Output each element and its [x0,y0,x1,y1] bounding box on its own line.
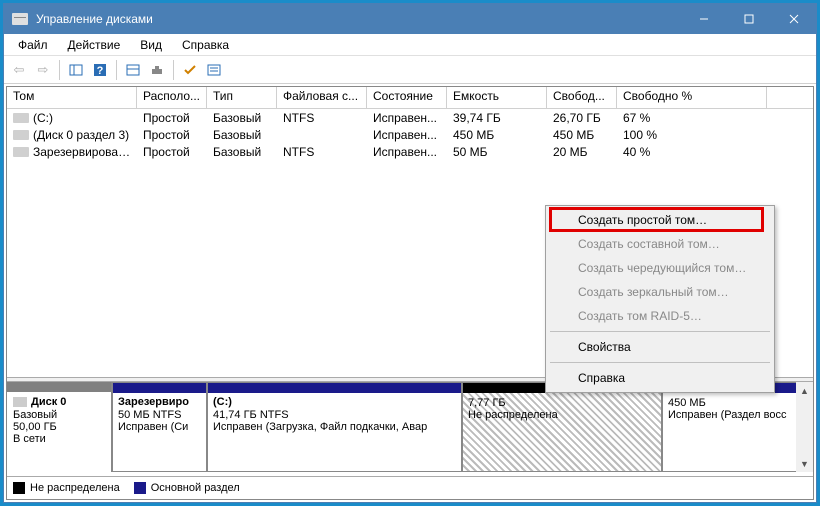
close-button[interactable] [771,4,816,34]
col-filesystem[interactable]: Файловая с... [277,87,367,108]
table-row[interactable]: (Диск 0 раздел 3) Простой Базовый Исправ… [7,126,813,143]
volume-icon [13,113,29,123]
partition-reserved[interactable]: Зарезервиро50 МБ NTFSИсправен (Си [112,382,207,472]
disk-row: Диск 0 Базовый 50,00 ГБ В сети Зарезерви… [7,382,813,472]
window-title: Управление дисками [36,12,681,26]
scroll-down-icon[interactable]: ▼ [796,455,813,472]
column-headers: Том Располо... Тип Файловая с... Состоян… [7,87,813,109]
partition-unallocated[interactable]: 7,77 ГБНе распределена [462,382,662,472]
menu-view[interactable]: Вид [130,36,172,54]
svg-text:?: ? [97,65,104,77]
menu-separator [550,362,770,363]
settings-icon[interactable] [146,59,168,81]
disk-info[interactable]: Диск 0 Базовый 50,00 ГБ В сети [7,382,112,472]
col-layout[interactable]: Располо... [137,87,207,108]
menu-properties[interactable]: Свойства [548,335,772,359]
col-status[interactable]: Состояние [367,87,447,108]
col-freepct[interactable]: Свободно % [617,87,767,108]
checkmark-icon[interactable] [179,59,201,81]
show-hide-tree-button[interactable] [65,59,87,81]
app-icon [12,13,28,25]
partition-c[interactable]: (C:)41,74 ГБ NTFSИсправен (Загрузка, Фай… [207,382,462,472]
legend-unalloc-swatch [13,482,25,494]
disk-icon [13,397,27,407]
menu-create-spanned-volume[interactable]: Создать составной том… [548,232,772,256]
back-button[interactable]: ⇦ [8,59,30,81]
minimize-button[interactable] [681,4,726,34]
table-row[interactable]: Зарезервировано... Простой Базовый NTFS … [7,143,813,160]
context-menu: Создать простой том… Создать составной т… [545,205,775,393]
forward-button[interactable]: ⇨ [32,59,54,81]
menu-create-striped-volume[interactable]: Создать чередующийся том… [548,256,772,280]
menu-help[interactable]: Справка [172,36,239,54]
partition-recovery[interactable]: 450 МБИсправен (Раздел восс [662,382,797,472]
maximize-button[interactable] [726,4,771,34]
menu-separator [550,331,770,332]
col-type[interactable]: Тип [207,87,277,108]
help-icon[interactable]: ? [89,59,111,81]
volume-icon [13,147,29,157]
volume-icon [13,130,29,140]
legend-primary-swatch [134,482,146,494]
view-top-button[interactable] [122,59,144,81]
menu-create-simple-volume[interactable]: Создать простой том… [548,208,772,232]
menu-file[interactable]: Файл [8,36,58,54]
partitions: Зарезервиро50 МБ NTFSИсправен (Си (C:)41… [112,382,813,472]
legend: Не распределена Основной раздел [7,477,813,499]
menu-action[interactable]: Действие [58,36,131,54]
menu-create-raid5-volume[interactable]: Создать том RAID-5… [548,304,772,328]
col-capacity[interactable]: Емкость [447,87,547,108]
list-icon[interactable] [203,59,225,81]
col-free[interactable]: Свобод... [547,87,617,108]
titlebar[interactable]: Управление дисками [4,4,816,34]
menubar: Файл Действие Вид Справка [4,34,816,56]
table-row[interactable]: (C:) Простой Базовый NTFS Исправен... 39… [7,109,813,126]
col-volume[interactable]: Том [7,87,137,108]
scroll-up-icon[interactable]: ▲ [796,382,813,399]
vertical-scrollbar[interactable]: ▲ ▼ [796,382,813,472]
menu-help[interactable]: Справка [548,366,772,390]
menu-create-mirrored-volume[interactable]: Создать зеркальный том… [548,280,772,304]
graphical-pane: Диск 0 Базовый 50,00 ГБ В сети Зарезерви… [7,382,813,477]
toolbar: ⇦ ⇨ ? [4,56,816,84]
